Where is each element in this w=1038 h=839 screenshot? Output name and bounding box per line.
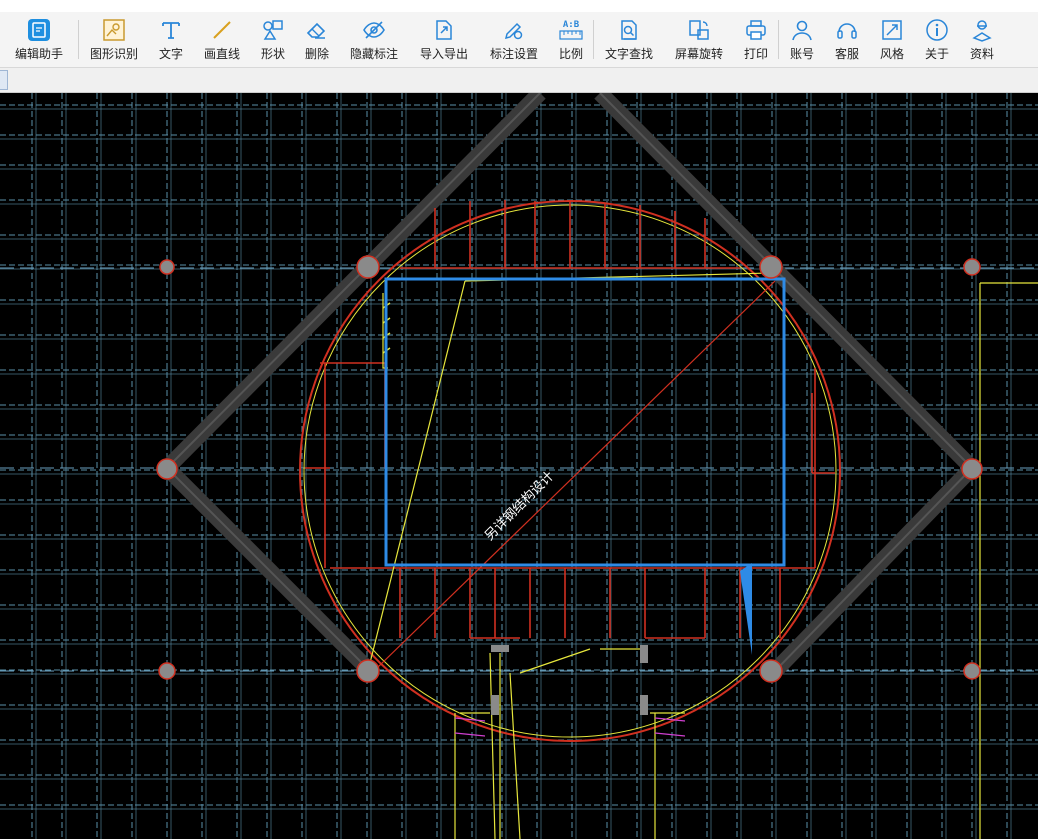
rotate-screen-label: 屏幕旋转 <box>674 47 723 61</box>
side-panel-tab[interactable] <box>0 70 8 90</box>
edit-assistant-label: 编辑助手 <box>14 47 63 61</box>
draw-line-label: 画直线 <box>203 47 240 61</box>
line-icon <box>210 18 234 42</box>
grid-node <box>156 458 178 480</box>
main-toolbar: 编辑助手 图形识别 文字 画直线 形状 删除 隐藏标注 导入导出 标注设置 A:… <box>0 12 1038 68</box>
annotation-settings-icon <box>502 18 526 42</box>
annotation-settings-button[interactable]: 标注设置 <box>479 12 549 67</box>
annotation-settings-label: 标注设置 <box>489 47 538 61</box>
docs-icon <box>970 18 994 42</box>
account-label: 账号 <box>789 47 814 61</box>
rotate-screen-icon <box>687 18 711 42</box>
scale-icon: A:B <box>559 18 583 42</box>
text-search-icon <box>617 18 641 42</box>
info-icon <box>925 18 949 42</box>
user-icon <box>790 18 814 42</box>
grid-node <box>759 255 783 279</box>
printer-icon <box>744 18 768 42</box>
delete-label: 删除 <box>304 47 329 61</box>
rotate-screen-button[interactable]: 屏幕旋转 <box>664 12 734 67</box>
delete-button[interactable]: 删除 <box>295 12 339 67</box>
edit-assistant-icon <box>27 18 51 42</box>
shape-button[interactable]: 形状 <box>251 12 295 67</box>
customer-service-button[interactable]: 客服 <box>825 12 869 67</box>
scale-glyph: A:B <box>562 20 580 30</box>
import-export-label: 导入导出 <box>419 47 468 61</box>
grid-node <box>158 662 176 680</box>
about-label: 关于 <box>924 47 949 61</box>
image-recognition-button[interactable]: 图形识别 <box>79 12 149 67</box>
shape-label: 形状 <box>260 47 285 61</box>
hide-annotation-label: 隐藏标注 <box>349 47 398 61</box>
grid-node <box>963 258 981 276</box>
image-recognition-label: 图形识别 <box>89 47 138 61</box>
hide-annotation-button[interactable]: 隐藏标注 <box>339 12 409 67</box>
scale-button[interactable]: A:B 比例 <box>549 12 593 67</box>
image-recognition-icon <box>102 18 126 42</box>
grid-node <box>159 259 175 275</box>
shape-icon <box>261 18 285 42</box>
customer-service-label: 客服 <box>834 47 859 61</box>
docs-button[interactable]: 资料 <box>959 12 1005 67</box>
grid-node <box>759 659 783 683</box>
docs-label: 资料 <box>969 47 994 61</box>
about-button[interactable]: 关于 <box>915 12 959 67</box>
text-search-button[interactable]: 文字查找 <box>594 12 664 67</box>
text-icon <box>159 18 183 42</box>
scale-label: 比例 <box>558 47 583 61</box>
text-label: 文字 <box>158 47 183 61</box>
style-button[interactable]: 风格 <box>869 12 915 67</box>
import-export-button[interactable]: 导入导出 <box>409 12 479 67</box>
eraser-icon <box>305 18 329 42</box>
headset-icon <box>835 18 859 42</box>
text-button[interactable]: 文字 <box>149 12 193 67</box>
draw-line-button[interactable]: 画直线 <box>193 12 251 67</box>
eye-hide-icon <box>362 18 386 42</box>
grid-node <box>356 255 380 279</box>
import-export-icon <box>432 18 456 42</box>
grid-node <box>356 659 380 683</box>
drawing-canvas[interactable]: 另详钢结构设计 <box>0 93 1038 839</box>
style-label: 风格 <box>879 47 904 61</box>
window-top-strip <box>0 0 1038 12</box>
edit-assistant-button[interactable]: 编辑助手 <box>0 12 78 67</box>
print-button[interactable]: 打印 <box>734 12 778 67</box>
style-icon <box>880 18 904 42</box>
grid-node <box>961 458 983 480</box>
account-button[interactable]: 账号 <box>779 12 825 67</box>
secondary-bar <box>0 68 1038 93</box>
print-label: 打印 <box>743 47 768 61</box>
grid-node <box>963 662 981 680</box>
text-search-label: 文字查找 <box>604 47 653 61</box>
